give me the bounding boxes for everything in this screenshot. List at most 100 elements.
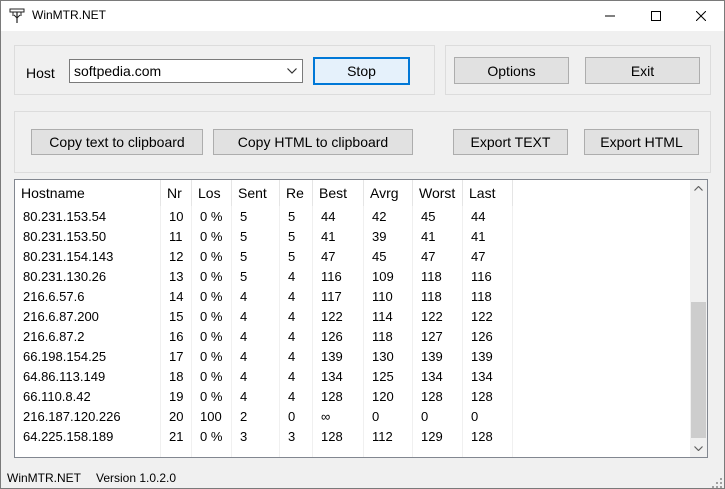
cell-hostname: 80.231.153.50 bbox=[23, 229, 107, 244]
column-header-avrg[interactable]: Avrg bbox=[364, 180, 413, 206]
cell-best: 126 bbox=[321, 329, 343, 344]
cell-re: 5 bbox=[288, 229, 296, 244]
table-row[interactable]: 80.231.153.50 11 0 % 5 5 41 39 41 41 bbox=[15, 227, 690, 247]
cell-los: 0 % bbox=[200, 349, 223, 364]
table-row[interactable]: 66.198.154.25 17 0 % 4 4 139 130 139 139 bbox=[15, 347, 690, 367]
cell-re: 4 bbox=[288, 349, 296, 364]
close-button[interactable] bbox=[678, 1, 724, 31]
cell-worst: 128 bbox=[421, 389, 443, 404]
column-separator bbox=[312, 206, 313, 457]
cell-last: 118 bbox=[471, 289, 492, 304]
cell-sent: 5 bbox=[240, 249, 248, 264]
column-header-best[interactable]: Best bbox=[313, 180, 364, 206]
cell-sent: 4 bbox=[240, 309, 248, 324]
cell-sent: 4 bbox=[240, 289, 248, 304]
vertical-scrollbar[interactable] bbox=[690, 180, 707, 457]
status-app-name: WinMTR.NET bbox=[7, 471, 81, 485]
status-bar: WinMTR.NET Version 1.0.2.0 bbox=[1, 466, 724, 488]
cell-re: 0 bbox=[288, 409, 296, 424]
table-row[interactable]: 216.6.57.6 14 0 % 4 4 117 110 118 118 bbox=[15, 287, 690, 307]
main-window: WinMTR.NET Host softpedia.com Stop Optio… bbox=[0, 0, 725, 489]
cell-sent: 2 bbox=[240, 409, 248, 424]
cell-best: 116 bbox=[321, 269, 342, 284]
exit-button[interactable]: Exit bbox=[585, 57, 700, 84]
table-row[interactable]: 64.86.113.149 18 0 % 4 4 134 125 134 134 bbox=[15, 367, 690, 387]
cell-last: 139 bbox=[471, 349, 493, 364]
host-value: softpedia.com bbox=[74, 63, 162, 79]
cell-last: 44 bbox=[471, 209, 486, 224]
options-button[interactable]: Options bbox=[454, 57, 569, 84]
cell-last: 0 bbox=[471, 409, 479, 424]
cell-re: 4 bbox=[288, 309, 296, 324]
cell-los: 0 % bbox=[200, 229, 223, 244]
cell-best: 122 bbox=[321, 309, 343, 324]
title-bar[interactable]: WinMTR.NET bbox=[1, 1, 724, 31]
cell-avrg: 109 bbox=[372, 269, 394, 284]
copy-text-button[interactable]: Copy text to clipboard bbox=[31, 129, 203, 155]
network-icon bbox=[9, 8, 25, 24]
list-header: Hostname Nr Los Sent Re Best Avrg Worst Last bbox=[15, 180, 690, 206]
cell-worst: 118 bbox=[421, 269, 442, 284]
resize-grip-icon[interactable] bbox=[712, 476, 722, 488]
cell-los: 0 % bbox=[200, 309, 223, 324]
cell-nr: 13 bbox=[169, 269, 184, 284]
export-text-button[interactable]: Export TEXT bbox=[453, 129, 568, 155]
cell-avrg: 130 bbox=[372, 349, 394, 364]
column-header-nr[interactable]: Nr bbox=[161, 180, 192, 206]
cell-los: 0 % bbox=[200, 369, 223, 384]
scroll-up-icon[interactable] bbox=[690, 180, 707, 197]
cell-re: 5 bbox=[288, 249, 296, 264]
cell-last: 116 bbox=[471, 269, 492, 284]
cell-avrg: 114 bbox=[372, 309, 393, 324]
table-row[interactable]: 64.225.158.189 21 0 % 3 3 128 112 129 128 bbox=[15, 427, 690, 447]
cell-worst: 139 bbox=[421, 349, 443, 364]
cell-nr: 12 bbox=[169, 249, 184, 264]
table-row[interactable]: 66.110.8.42 19 0 % 4 4 128 120 128 128 bbox=[15, 387, 690, 407]
table-row[interactable]: 80.231.153.54 10 0 % 5 5 44 42 45 44 bbox=[15, 207, 690, 227]
cell-last: 126 bbox=[471, 329, 493, 344]
table-row[interactable]: 216.6.87.200 15 0 % 4 4 122 114 122 122 bbox=[15, 307, 690, 327]
cell-hostname: 66.110.8.42 bbox=[23, 389, 91, 404]
close-icon bbox=[695, 9, 707, 24]
host-combobox[interactable]: softpedia.com bbox=[69, 59, 303, 83]
stop-button[interactable]: Stop bbox=[313, 57, 410, 85]
cell-los: 0 % bbox=[200, 209, 223, 224]
cell-last: 41 bbox=[471, 229, 486, 244]
column-header-los[interactable]: Los bbox=[192, 180, 232, 206]
table-row[interactable]: 216.187.120.226 20 100 2 0 ∞ 0 0 0 bbox=[15, 407, 690, 427]
cell-sent: 5 bbox=[240, 209, 248, 224]
table-row[interactable]: 216.6.87.2 16 0 % 4 4 126 118 127 126 bbox=[15, 327, 690, 347]
table-row[interactable]: 80.231.130.26 13 0 % 5 4 116 109 118 116 bbox=[15, 267, 690, 287]
scroll-thumb[interactable] bbox=[691, 302, 706, 438]
cell-worst: 41 bbox=[421, 229, 436, 244]
chevron-down-icon[interactable] bbox=[284, 62, 300, 80]
column-header-last[interactable]: Last bbox=[463, 180, 513, 206]
cell-avrg: 125 bbox=[372, 369, 394, 384]
cell-nr: 14 bbox=[169, 289, 184, 304]
cell-hostname: 66.198.154.25 bbox=[23, 349, 107, 364]
column-header-worst[interactable]: Worst bbox=[413, 180, 463, 206]
cell-worst: 118 bbox=[421, 289, 442, 304]
column-separator bbox=[363, 206, 364, 457]
cell-nr: 20 bbox=[169, 409, 184, 424]
table-row[interactable]: 80.231.154.143 12 0 % 5 5 47 45 47 47 bbox=[15, 247, 690, 267]
column-separator bbox=[191, 206, 192, 457]
cell-re: 5 bbox=[288, 209, 296, 224]
cell-los: 0 % bbox=[200, 249, 223, 264]
cell-worst: 0 bbox=[421, 409, 429, 424]
minimize-button[interactable] bbox=[587, 1, 633, 31]
column-header-sent[interactable]: Sent bbox=[232, 180, 280, 206]
column-header-re[interactable]: Re bbox=[280, 180, 313, 206]
cell-nr: 17 bbox=[169, 349, 184, 364]
scroll-down-icon[interactable] bbox=[690, 440, 707, 457]
export-html-button[interactable]: Export HTML bbox=[584, 129, 699, 155]
cell-avrg: 120 bbox=[372, 389, 394, 404]
cell-hostname: 216.6.87.2 bbox=[23, 329, 85, 344]
results-list[interactable]: Hostname Nr Los Sent Re Best Avrg Worst Last 80.… bbox=[14, 179, 708, 458]
column-header-hostname[interactable]: Hostname bbox=[15, 180, 161, 206]
cell-nr: 19 bbox=[169, 389, 184, 404]
copy-html-button[interactable]: Copy HTML to clipboard bbox=[213, 129, 413, 155]
column-separator bbox=[231, 206, 232, 457]
maximize-button[interactable] bbox=[633, 1, 679, 31]
cell-sent: 4 bbox=[240, 389, 248, 404]
